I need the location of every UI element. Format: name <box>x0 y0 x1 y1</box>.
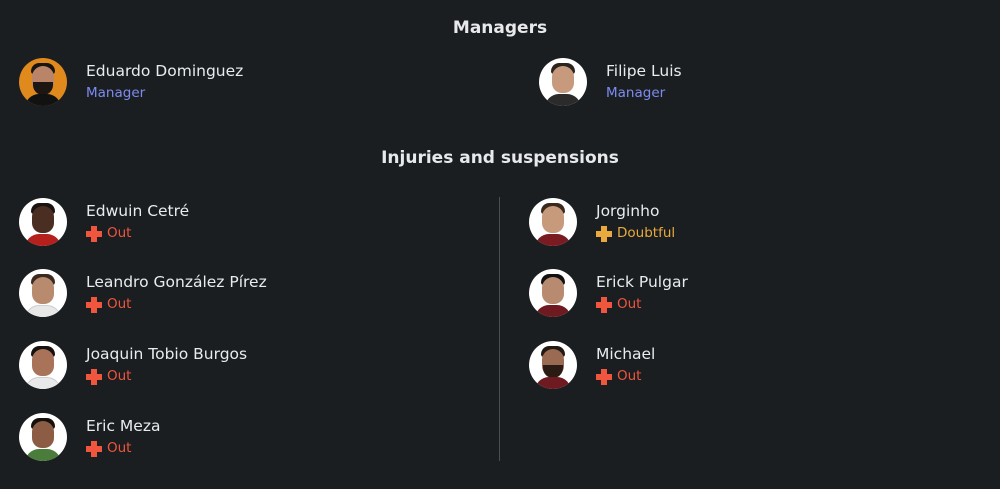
injuries-title: Injuries and suspensions <box>381 148 619 168</box>
status-label: Out <box>617 368 642 384</box>
manager-role: Manager <box>86 85 146 101</box>
cross-icon <box>86 440 102 457</box>
player-avatar <box>19 269 67 317</box>
player-item[interactable]: Joaquin Tobio Burgos Out <box>19 340 247 390</box>
player-item[interactable]: Erick Pulgar Out <box>529 268 688 318</box>
player-name: Edwuin Cetré <box>86 202 190 220</box>
manager-avatar <box>19 58 67 106</box>
player-avatar <box>529 198 577 246</box>
status-label: Out <box>107 225 132 241</box>
player-status: Out <box>86 295 267 314</box>
player-avatar <box>19 198 67 246</box>
player-status: Out <box>596 367 655 386</box>
player-avatar <box>529 269 577 317</box>
lineups-extra-panel: Managers Eduardo Dominguez Manager Filip… <box>0 0 1000 489</box>
manager-role: Manager <box>606 85 666 101</box>
player-item[interactable]: Edwuin Cetré Out <box>19 197 189 247</box>
cross-icon <box>596 225 612 242</box>
player-name: Joaquin Tobio Burgos <box>86 345 248 363</box>
cross-icon <box>596 296 612 313</box>
player-name: Erick Pulgar <box>596 273 688 291</box>
player-avatar <box>529 341 577 389</box>
manager-info: Filipe Luis Manager <box>606 61 682 103</box>
cross-icon <box>86 368 102 385</box>
player-status: Doubtful <box>596 224 675 243</box>
player-name: Eric Meza <box>86 417 161 435</box>
managers-title: Managers <box>452 18 548 38</box>
column-divider <box>499 197 500 461</box>
manager-avatar <box>539 58 587 106</box>
player-avatar <box>19 341 67 389</box>
status-label: Out <box>107 440 132 456</box>
manager-info: Eduardo Dominguez Manager <box>86 61 243 103</box>
player-status: Out <box>86 367 247 386</box>
manager-item[interactable]: Filipe Luis Manager <box>539 57 682 107</box>
status-label: Doubtful <box>617 225 676 241</box>
player-name: Leandro González Pírez <box>86 273 267 291</box>
player-status: Out <box>596 295 688 314</box>
player-item[interactable]: Jorginho Doubtful <box>529 197 675 247</box>
manager-item[interactable]: Eduardo Dominguez Manager <box>19 57 243 107</box>
cross-icon <box>86 296 102 313</box>
manager-name: Eduardo Dominguez <box>86 62 244 80</box>
player-item[interactable]: Michael Out <box>529 340 655 390</box>
status-label: Out <box>107 296 132 312</box>
cross-icon <box>596 368 612 385</box>
status-label: Out <box>617 296 642 312</box>
player-status: Out <box>86 224 189 243</box>
player-avatar <box>19 413 67 461</box>
player-status: Out <box>86 439 160 458</box>
manager-name: Filipe Luis <box>606 62 682 80</box>
status-label: Out <box>107 368 132 384</box>
player-item[interactable]: Leandro González Pírez Out <box>19 268 267 318</box>
cross-icon <box>86 225 102 242</box>
player-name: Jorginho <box>596 202 660 220</box>
player-item[interactable]: Eric Meza Out <box>19 412 160 462</box>
player-name: Michael <box>596 345 656 363</box>
